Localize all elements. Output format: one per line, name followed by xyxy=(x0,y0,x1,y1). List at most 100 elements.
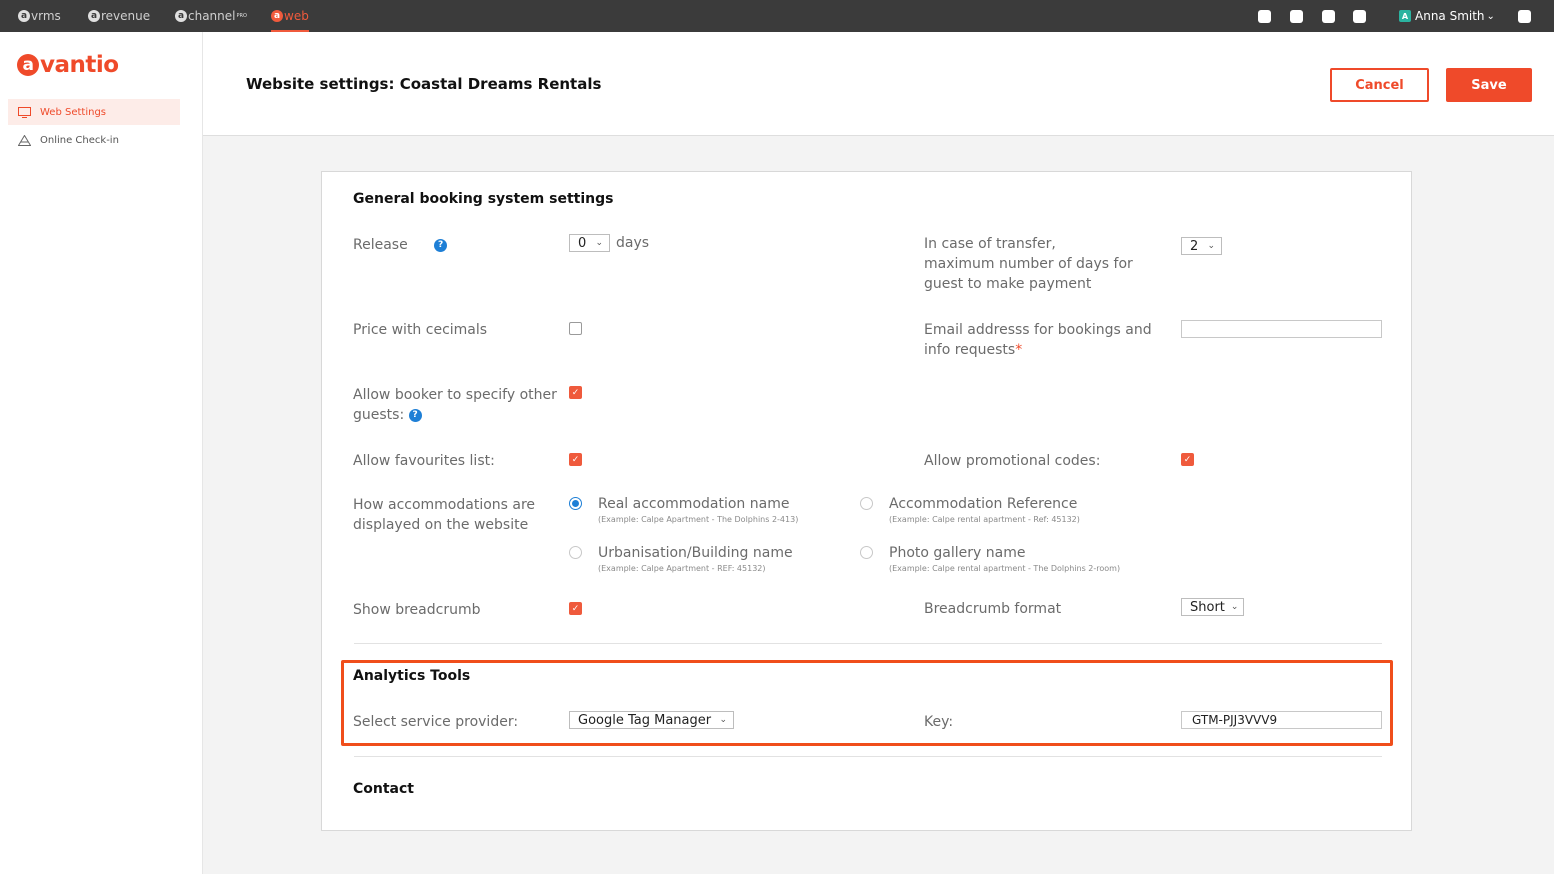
transfer-label: In case of transfer, maximum number of d… xyxy=(924,234,1133,294)
user-menu[interactable]: A Anna Smith ⌄ xyxy=(1399,0,1495,32)
logo-text: vantio xyxy=(40,52,119,78)
email-label-line: Email addresss for bookings and xyxy=(924,322,1152,338)
breadcrumb-format-select[interactable]: Short ⌄ xyxy=(1181,598,1244,616)
app-tab-label: web xyxy=(284,9,309,23)
cabin-icon xyxy=(18,134,32,146)
user-name: Anna Smith xyxy=(1415,9,1485,23)
settings-card: General booking system settings Release … xyxy=(321,171,1412,831)
display-mode-label: How accommodations are displayed on the … xyxy=(353,495,535,535)
key-input[interactable]: GTM-PJJ3VVV9 xyxy=(1181,711,1382,729)
favourites-checkbox[interactable]: ✓ xyxy=(569,453,582,466)
chevron-down-icon: ⌄ xyxy=(1230,602,1239,612)
transfer-label-line: maximum number of days for xyxy=(924,256,1133,272)
release-value: 0 xyxy=(578,235,587,251)
toolbar-icon-3[interactable] xyxy=(1322,10,1335,23)
toolbar-icon-2[interactable] xyxy=(1290,10,1303,23)
section-divider xyxy=(354,756,1382,757)
show-breadcrumb-label: Show breadcrumb xyxy=(353,602,481,618)
display-option-example: (Example: Calpe rental apartment - Ref: … xyxy=(889,515,1080,524)
chevron-down-icon: ⌄ xyxy=(1207,241,1215,251)
release-label-text: Release xyxy=(353,237,408,253)
vrms-logo-icon: a xyxy=(18,10,30,22)
app-tab-web[interactable]: a web xyxy=(271,0,309,32)
logo-mark: a xyxy=(17,54,39,76)
monitor-icon xyxy=(18,106,32,118)
toolbar-icon-5[interactable] xyxy=(1518,10,1531,23)
analytics-section-title: Analytics Tools xyxy=(353,668,471,684)
price-decimals-label: Price with cecimals xyxy=(353,322,488,338)
app-tab-label: vrms xyxy=(31,9,61,23)
service-provider-select[interactable]: Google Tag Manager ⌄ xyxy=(569,711,734,729)
release-select[interactable]: 0 ⌄ xyxy=(569,234,610,252)
toolbar-icon-1[interactable] xyxy=(1258,10,1271,23)
other-guests-checkbox[interactable]: ✓ xyxy=(569,386,582,399)
chevron-down-icon: ⌄ xyxy=(1486,10,1495,22)
display-option-example: (Example: Calpe Apartment - REF: 45132) xyxy=(598,564,766,573)
sidebar-item-label: Online Check-in xyxy=(40,134,119,146)
breadcrumb-format-label: Breadcrumb format xyxy=(924,601,1062,617)
app-tab-label: channel xyxy=(188,9,236,23)
contact-section-title: Contact xyxy=(353,781,414,797)
transfer-days-select[interactable]: 2 ⌄ xyxy=(1181,237,1222,255)
channel-logo-icon: a xyxy=(175,10,187,22)
key-label: Key: xyxy=(924,714,954,730)
display-option-label: Photo gallery name xyxy=(889,545,1026,561)
transfer-value: 2 xyxy=(1190,238,1199,254)
display-option-building-radio[interactable] xyxy=(569,546,582,559)
price-decimals-checkbox[interactable] xyxy=(569,322,582,335)
show-breadcrumb-checkbox[interactable]: ✓ xyxy=(569,602,582,615)
sidebar-item-label: Web Settings xyxy=(40,106,106,118)
top-app-bar: a vrms a revenue a channel PRO a web A A… xyxy=(0,0,1554,32)
sidebar-item-web-settings[interactable]: Web Settings xyxy=(8,99,180,125)
email-label-line: info requests xyxy=(924,342,1016,358)
avatar: A xyxy=(1399,10,1411,22)
chevron-down-icon: ⌄ xyxy=(719,715,727,725)
help-icon[interactable]: ? xyxy=(408,408,422,422)
display-option-label: Real accommodation name xyxy=(598,496,790,512)
required-marker: * xyxy=(1015,342,1023,358)
app-tab-channel[interactable]: a channel PRO xyxy=(175,0,247,32)
sidebar: a vantio Web Settings Online Check-in xyxy=(0,32,203,874)
service-provider-label: Select service provider: xyxy=(353,714,519,730)
display-option-label: Urbanisation/Building name xyxy=(598,545,793,561)
transfer-label-line: guest to make payment xyxy=(924,276,1092,292)
general-section-title: General booking system settings xyxy=(353,191,614,207)
display-option-label: Accommodation Reference xyxy=(889,496,1078,512)
web-logo-icon: a xyxy=(271,10,283,22)
favourites-label: Allow favourites list: xyxy=(353,453,495,469)
email-input[interactable] xyxy=(1181,320,1382,338)
release-unit: days xyxy=(616,235,650,251)
other-guests-label: Allow booker to specify other guests: ? xyxy=(353,385,557,425)
app-tab-vrms[interactable]: a vrms xyxy=(18,0,61,32)
pro-badge: PRO xyxy=(236,13,247,19)
display-option-real-name-radio[interactable] xyxy=(569,497,582,510)
save-button[interactable]: Save xyxy=(1446,68,1532,102)
transfer-label-line: In case of transfer, xyxy=(924,236,1056,252)
service-provider-value: Google Tag Manager xyxy=(578,712,712,728)
app-tab-revenue[interactable]: a revenue xyxy=(88,0,150,32)
revenue-logo-icon: a xyxy=(88,10,100,22)
promo-codes-checkbox[interactable]: ✓ xyxy=(1181,453,1194,466)
app-tab-label: revenue xyxy=(101,9,151,23)
avantio-logo: a vantio xyxy=(17,52,119,78)
display-option-gallery-radio[interactable] xyxy=(860,546,873,559)
chevron-down-icon: ⌄ xyxy=(595,238,603,248)
sidebar-item-online-checkin[interactable]: Online Check-in xyxy=(8,127,180,153)
help-icon[interactable]: ? xyxy=(434,238,448,252)
breadcrumb-format-value: Short xyxy=(1190,599,1225,615)
other-guests-label-line: guests: xyxy=(353,407,405,423)
cancel-button[interactable]: Cancel xyxy=(1330,68,1429,102)
display-option-example: (Example: Calpe Apartment - The Dolphins… xyxy=(598,515,799,524)
promo-codes-label: Allow promotional codes: xyxy=(924,453,1101,469)
section-divider xyxy=(354,643,1382,644)
page-title: Website settings: Coastal Dreams Rentals xyxy=(246,75,602,93)
toolbar-icon-4[interactable] xyxy=(1353,10,1366,23)
email-label: Email addresss for bookings and info req… xyxy=(924,320,1152,360)
release-label: Release ? xyxy=(353,235,448,255)
display-mode-label-line: How accommodations are xyxy=(353,497,536,513)
page-header: Website settings: Coastal Dreams Rentals… xyxy=(203,32,1554,136)
display-option-example: (Example: Calpe rental apartment - The D… xyxy=(889,564,1121,573)
display-option-reference-radio[interactable] xyxy=(860,497,873,510)
other-guests-label-line: Allow booker to specify other xyxy=(353,387,557,403)
display-mode-label-line: displayed on the website xyxy=(353,517,529,533)
